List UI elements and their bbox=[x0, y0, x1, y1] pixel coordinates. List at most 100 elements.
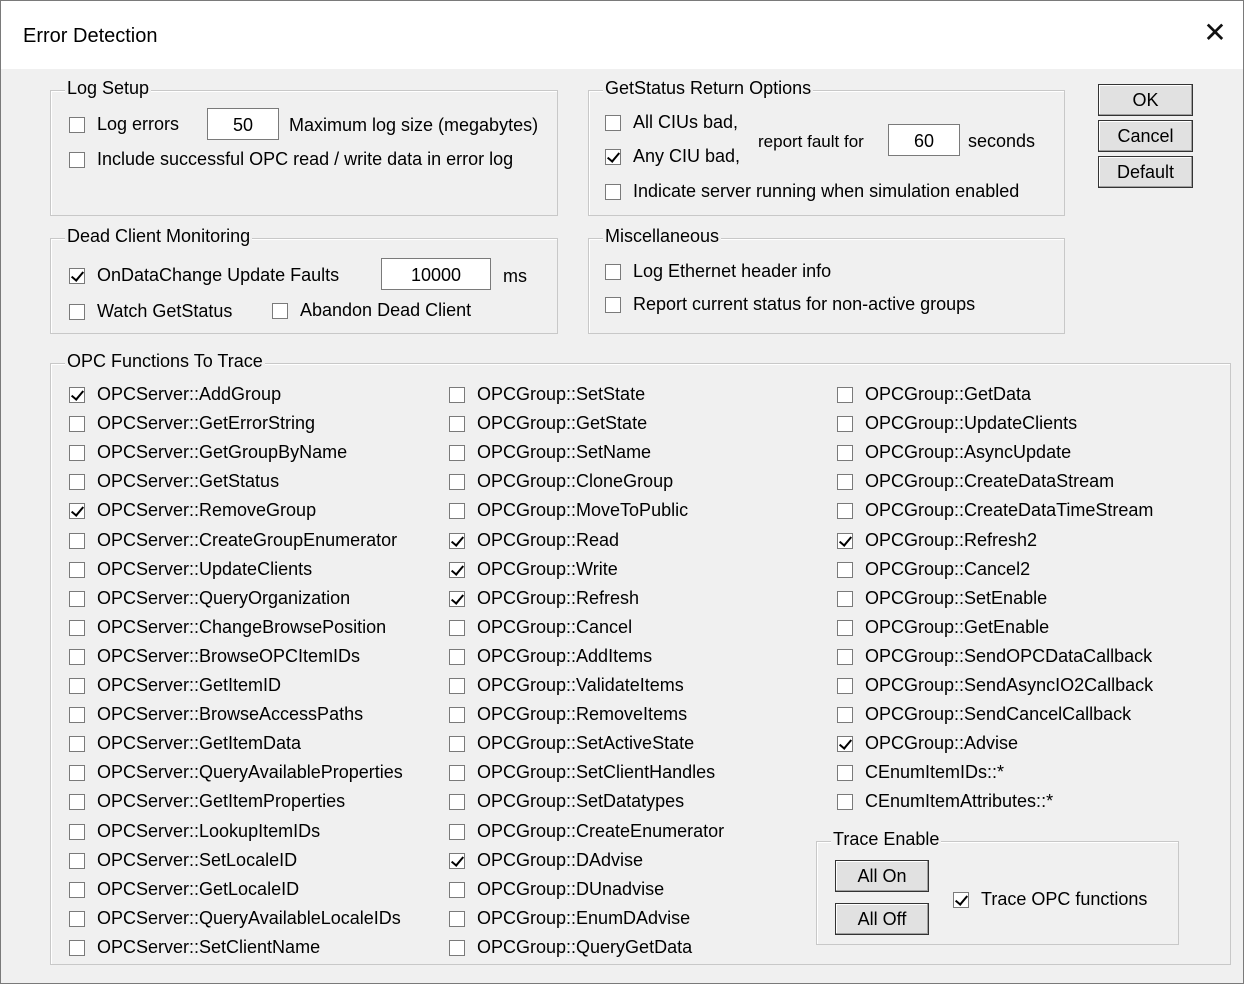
trace-function-checkbox[interactable]: OPCGroup::EnumDAdvise bbox=[449, 908, 690, 929]
trace-function-checkbox[interactable]: OPCGroup::SetEnable bbox=[837, 588, 1047, 609]
trace-function-checkbox[interactable]: OPCGroup::SetName bbox=[449, 442, 651, 463]
trace-function-checkbox[interactable]: OPCGroup::Advise bbox=[837, 733, 1018, 754]
any-ciu-bad-box bbox=[605, 148, 621, 165]
dead-client-title: Dead Client Monitoring bbox=[65, 226, 253, 247]
ondatachange-box bbox=[69, 267, 85, 284]
trace-function-checkbox[interactable]: OPCServer::GetStatus bbox=[69, 471, 279, 492]
trace-function-box bbox=[449, 561, 465, 578]
trace-function-checkbox[interactable]: OPCServer::BrowseOPCItemIDs bbox=[69, 646, 360, 667]
trace-function-box bbox=[69, 386, 85, 403]
trace-function-box bbox=[449, 910, 465, 927]
trace-function-checkbox[interactable]: OPCGroup::GetEnable bbox=[837, 617, 1049, 638]
trace-function-checkbox[interactable]: OPCGroup::SendOPCDataCallback bbox=[837, 646, 1152, 667]
any-ciu-bad-checkbox[interactable]: Any CIU bad, bbox=[605, 146, 740, 167]
ok-button[interactable]: OK bbox=[1098, 84, 1193, 116]
trace-function-checkbox[interactable]: OPCServer::SetClientName bbox=[69, 937, 320, 958]
trace-function-label: OPCGroup::Advise bbox=[865, 733, 1019, 753]
trace-function-label: OPCGroup::CreateEnumerator bbox=[477, 821, 725, 841]
trace-function-checkbox[interactable]: OPCGroup::UpdateClients bbox=[837, 413, 1077, 434]
trace-function-checkbox[interactable]: OPCServer::QueryAvailableProperties bbox=[69, 762, 403, 783]
report-status-checkbox[interactable]: Report current status for non-active gro… bbox=[605, 294, 975, 315]
trace-function-checkbox[interactable]: OPCGroup::RemoveItems bbox=[449, 704, 687, 725]
trace-function-label: OPCServer::CreateGroupEnumerator bbox=[97, 530, 398, 550]
trace-function-checkbox[interactable]: OPCGroup::SetDatatypes bbox=[449, 791, 684, 812]
trace-opc-checkbox[interactable]: Trace OPC functions bbox=[953, 889, 1147, 910]
trace-function-checkbox[interactable]: OPCGroup::MoveToPublic bbox=[449, 500, 688, 521]
trace-function-box bbox=[837, 386, 853, 403]
getstatus-title: GetStatus Return Options bbox=[603, 78, 814, 99]
trace-function-checkbox[interactable]: OPCServer::UpdateClients bbox=[69, 559, 312, 580]
trace-function-checkbox[interactable]: OPCGroup::SetClientHandles bbox=[449, 762, 715, 783]
trace-function-checkbox[interactable]: CEnumItemIDs::* bbox=[837, 762, 1004, 783]
trace-function-box bbox=[837, 590, 853, 607]
include-success-checkbox[interactable]: Include successful OPC read / write data… bbox=[69, 149, 513, 170]
cancel-button[interactable]: Cancel bbox=[1098, 120, 1193, 152]
trace-function-checkbox[interactable]: OPCServer::LookupItemIDs bbox=[69, 821, 320, 842]
trace-function-checkbox[interactable]: OPCServer::BrowseAccessPaths bbox=[69, 704, 363, 725]
log-errors-box bbox=[69, 116, 85, 133]
trace-function-checkbox[interactable]: OPCGroup::CloneGroup bbox=[449, 471, 673, 492]
trace-function-checkbox[interactable]: OPCServer::GetErrorString bbox=[69, 413, 315, 434]
trace-function-checkbox[interactable]: OPCGroup::CreateDataStream bbox=[837, 471, 1114, 492]
trace-function-checkbox[interactable]: OPCGroup::GetState bbox=[449, 413, 647, 434]
trace-function-checkbox[interactable]: OPCGroup::Refresh2 bbox=[837, 530, 1037, 551]
trace-function-checkbox[interactable]: OPCServer::QueryOrganization bbox=[69, 588, 350, 609]
trace-function-checkbox[interactable]: OPCGroup::Write bbox=[449, 559, 618, 580]
trace-function-checkbox[interactable]: OPCGroup::Cancel bbox=[449, 617, 632, 638]
trace-function-checkbox[interactable]: OPCGroup::SendCancelCallback bbox=[837, 704, 1131, 725]
close-icon[interactable]: ✕ bbox=[1201, 19, 1229, 47]
log-ethernet-checkbox[interactable]: Log Ethernet header info bbox=[605, 261, 831, 282]
trace-function-label: OPCGroup::Refresh bbox=[477, 588, 640, 608]
trace-function-box bbox=[69, 677, 85, 694]
trace-function-checkbox[interactable]: OPCGroup::QueryGetData bbox=[449, 937, 692, 958]
trace-function-checkbox[interactable]: OPCServer::ChangeBrowsePosition bbox=[69, 617, 386, 638]
trace-function-checkbox[interactable]: OPCGroup::Refresh bbox=[449, 588, 639, 609]
trace-function-checkbox[interactable]: OPCGroup::SetActiveState bbox=[449, 733, 694, 754]
trace-function-checkbox[interactable]: OPCServer::GetItemProperties bbox=[69, 791, 345, 812]
trace-function-box bbox=[449, 386, 465, 403]
trace-function-checkbox[interactable]: OPCServer::GetLocaleID bbox=[69, 879, 299, 900]
all-on-button[interactable]: All On bbox=[835, 860, 929, 892]
trace-function-label: OPCGroup::SendAsyncIO2Callback bbox=[865, 675, 1154, 695]
trace-function-checkbox[interactable]: OPCGroup::DUnadvise bbox=[449, 879, 664, 900]
trace-function-checkbox[interactable]: OPCServer::QueryAvailableLocaleIDs bbox=[69, 908, 401, 929]
ondatachange-checkbox[interactable]: OnDataChange Update Faults bbox=[69, 265, 339, 286]
log-size-input[interactable]: 50 bbox=[207, 108, 279, 140]
log-errors-checkbox[interactable]: Log errors bbox=[69, 114, 179, 135]
trace-function-checkbox[interactable]: OPCGroup::ValidateItems bbox=[449, 675, 684, 696]
trace-function-checkbox[interactable]: OPCServer::GetItemData bbox=[69, 733, 301, 754]
default-button[interactable]: Default bbox=[1098, 156, 1193, 188]
all-off-button[interactable]: All Off bbox=[835, 903, 929, 935]
trace-function-checkbox[interactable]: CEnumItemAttributes::* bbox=[837, 791, 1053, 812]
trace-function-label: OPCServer::AddGroup bbox=[97, 384, 282, 404]
trace-function-checkbox[interactable]: OPCServer::CreateGroupEnumerator bbox=[69, 530, 397, 551]
trace-function-checkbox[interactable]: OPCGroup::DAdvise bbox=[449, 850, 643, 871]
trace-function-label: OPCGroup::RemoveItems bbox=[477, 704, 688, 724]
trace-function-checkbox[interactable]: OPCServer::RemoveGroup bbox=[69, 500, 316, 521]
seconds-input[interactable]: 60 bbox=[888, 124, 960, 156]
abandon-checkbox[interactable]: Abandon Dead Client bbox=[272, 300, 471, 321]
trace-function-checkbox[interactable]: OPCGroup::SetState bbox=[449, 384, 645, 405]
trace-function-checkbox[interactable]: OPCServer::GetGroupByName bbox=[69, 442, 347, 463]
trace-function-box bbox=[837, 793, 853, 810]
all-cius-bad-checkbox[interactable]: All CIUs bad, bbox=[605, 112, 738, 133]
trace-function-checkbox[interactable]: OPCGroup::AddItems bbox=[449, 646, 652, 667]
trace-function-checkbox[interactable]: OPCGroup::Read bbox=[449, 530, 619, 551]
indicate-running-box bbox=[605, 183, 621, 200]
trace-function-checkbox[interactable]: OPCGroup::SendAsyncIO2Callback bbox=[837, 675, 1153, 696]
trace-function-checkbox[interactable]: OPCGroup::CreateDataTimeStream bbox=[837, 500, 1153, 521]
trace-function-checkbox[interactable]: OPCServer::AddGroup bbox=[69, 384, 281, 405]
trace-function-label: OPCGroup::Cancel2 bbox=[865, 559, 1031, 579]
ms-input[interactable]: 10000 bbox=[381, 258, 491, 290]
report-fault-label: report fault for bbox=[758, 132, 864, 151]
trace-function-checkbox[interactable]: OPCServer::SetLocaleID bbox=[69, 850, 297, 871]
trace-function-label: OPCGroup::CreateDataStream bbox=[865, 471, 1115, 491]
trace-function-checkbox[interactable]: OPCGroup::GetData bbox=[837, 384, 1031, 405]
trace-function-checkbox[interactable]: OPCGroup::CreateEnumerator bbox=[449, 821, 724, 842]
trace-function-checkbox[interactable]: OPCGroup::Cancel2 bbox=[837, 559, 1030, 580]
trace-function-box bbox=[69, 590, 85, 607]
trace-function-checkbox[interactable]: OPCServer::GetItemID bbox=[69, 675, 281, 696]
watch-getstatus-checkbox[interactable]: Watch GetStatus bbox=[69, 301, 232, 322]
indicate-running-checkbox[interactable]: Indicate server running when simulation … bbox=[605, 181, 1019, 202]
trace-function-checkbox[interactable]: OPCGroup::AsyncUpdate bbox=[837, 442, 1071, 463]
